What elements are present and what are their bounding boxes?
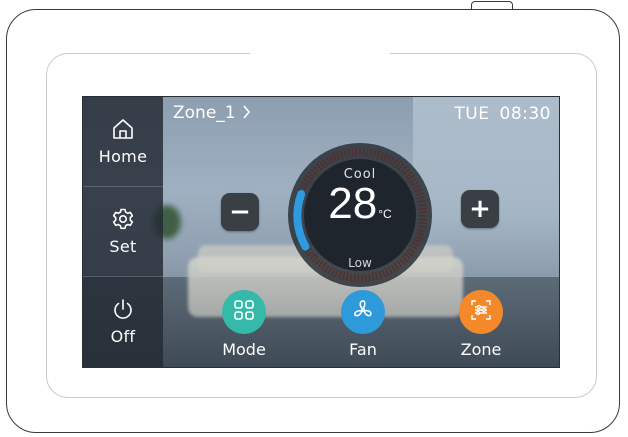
- power-icon: [111, 297, 135, 325]
- sidebar: Home Set Off: [83, 97, 163, 367]
- zone-selector[interactable]: Zone_1: [173, 103, 251, 123]
- temperature-dial[interactable]: Cool 28°C Low: [287, 142, 433, 288]
- gear-icon: [111, 207, 135, 235]
- home-icon: [111, 117, 135, 145]
- sidebar-item-home[interactable]: Home: [83, 97, 163, 186]
- sidebar-item-label: Set: [109, 237, 137, 256]
- temperature-value: 28: [328, 179, 378, 228]
- clock: TUE 08:30: [454, 104, 551, 124]
- fan-button-label: Fan: [349, 340, 377, 359]
- zone-name: Zone_1: [173, 103, 236, 123]
- mode-button[interactable]: [222, 290, 266, 334]
- increase-temperature-button[interactable]: +: [461, 190, 499, 228]
- fan-icon: [351, 298, 375, 326]
- zone-button[interactable]: [459, 290, 503, 334]
- sidebar-item-set[interactable]: Set: [83, 187, 163, 276]
- minus-icon: −: [229, 197, 251, 227]
- time: 08:30: [499, 104, 551, 124]
- fan-button[interactable]: [341, 290, 385, 334]
- temperature-readout: 28°C: [287, 179, 433, 239]
- mode-button-label: Mode: [222, 340, 266, 359]
- chevron-right-icon: [242, 104, 251, 123]
- temperature-unit: °C: [378, 207, 392, 221]
- plus-icon: +: [469, 194, 491, 224]
- frame-gap: [250, 50, 390, 56]
- sidebar-item-label: Home: [98, 147, 148, 166]
- zone-sliders-icon: [470, 299, 492, 325]
- decrease-temperature-button[interactable]: −: [221, 193, 259, 231]
- sidebar-item-label: Off: [110, 327, 136, 346]
- day-of-week: TUE: [454, 104, 490, 124]
- zone-button-label: Zone: [460, 340, 502, 359]
- fan-speed-label: Low: [348, 256, 372, 270]
- grid-icon: [233, 299, 255, 325]
- touch-screen: Home Set Off Zone_1 TUE 08:30 − Cool 28°…: [82, 96, 560, 368]
- sidebar-item-off[interactable]: Off: [83, 277, 163, 366]
